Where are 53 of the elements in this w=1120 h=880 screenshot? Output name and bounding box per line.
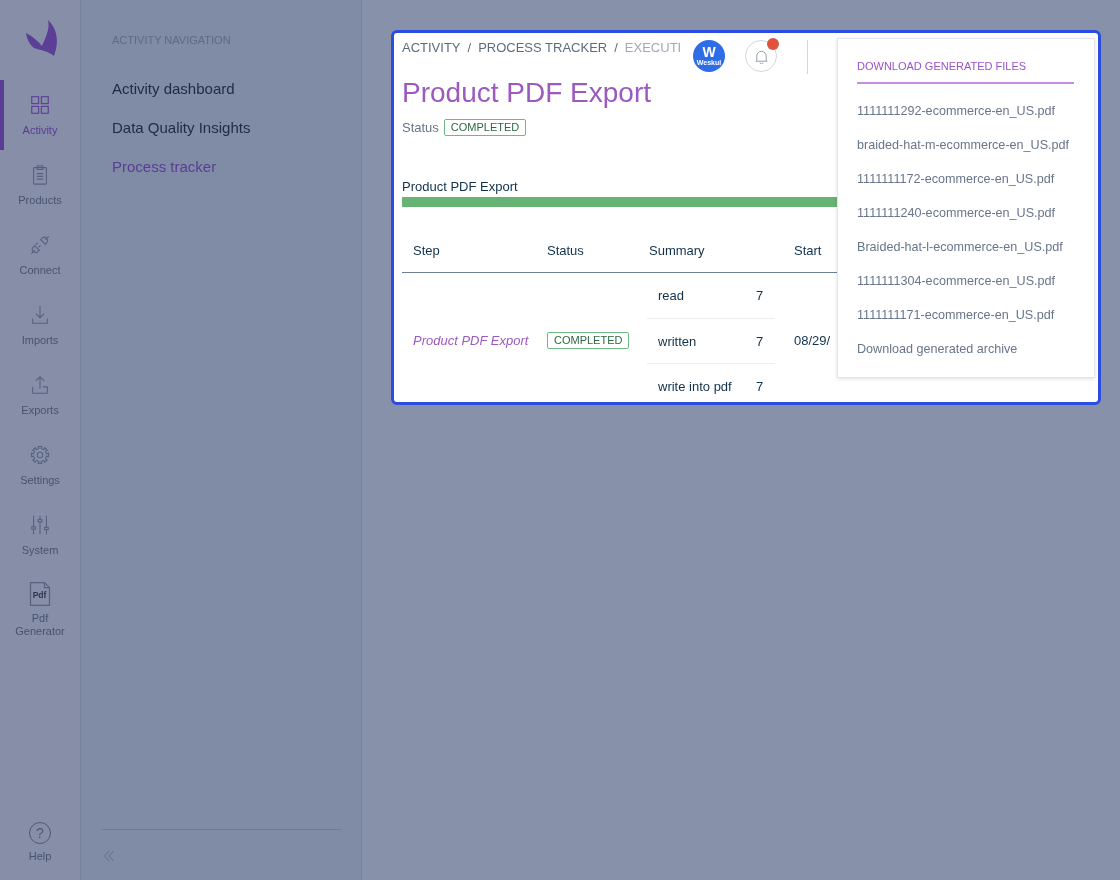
page-title: Product PDF Export <box>402 76 651 110</box>
sidebar-item[interactable]: Imports <box>0 290 80 360</box>
file-download-link[interactable]: 1111111304-ecommerce-en_US.pdf <box>857 264 1080 298</box>
summary-label: written <box>658 333 698 349</box>
step-link[interactable]: Product PDF Export <box>413 333 529 348</box>
column-header: Start <box>794 242 822 258</box>
breadcrumb-link[interactable]: EXECUTI <box>624 40 682 56</box>
sidebar-item[interactable]: Settings <box>0 430 80 500</box>
breadcrumb-separator: / <box>614 40 618 56</box>
status-badge: COMPLETED <box>443 118 527 136</box>
breadcrumb-link[interactable]: PROCESS TRACKER <box>478 40 608 56</box>
progress-label: Product PDF Export <box>402 179 518 194</box>
settings-icon <box>29 444 51 466</box>
sidebar-item[interactable]: Connect <box>0 220 80 290</box>
summary-value: 7 <box>756 333 764 349</box>
archive-download-link[interactable]: Download generated archive <box>857 332 1080 366</box>
breadcrumb-separator: / <box>467 40 472 56</box>
nav-link[interactable]: Data Quality Insights <box>112 118 341 157</box>
logo-icon[interactable] <box>25 20 59 56</box>
file-download-link[interactable]: 1111111240-ecommerce-en_US.pdf <box>857 196 1080 230</box>
status-badge: COMPLETED <box>547 332 630 349</box>
summary-value: 7 <box>756 288 764 303</box>
sidebar-item[interactable]: Pdf Pdf Generator <box>0 570 80 640</box>
file-download-link[interactable]: 1111111171-ecommerce-en_US.pdf <box>857 298 1080 332</box>
sliders-icon <box>29 514 51 536</box>
notifications-button[interactable] <box>745 40 777 72</box>
sidebar-item[interactable]: Products <box>0 150 80 220</box>
column-header: Summary <box>649 242 705 258</box>
column-header: Status <box>547 242 584 258</box>
table-cell: 08/29/ <box>794 333 831 348</box>
status-label: Status <box>402 119 439 135</box>
summary-label: read <box>658 288 686 303</box>
plug-icon <box>29 234 51 256</box>
nav-link[interactable]: Activity dashboard <box>112 79 341 118</box>
bell-icon <box>753 48 769 64</box>
file-download-link[interactable]: braided-hat-m-ecommerce-en_US.pdf <box>857 128 1080 162</box>
dropdown-heading: DOWNLOAD GENERATED FILES <box>857 58 1074 84</box>
download-icon <box>29 304 51 326</box>
nav-link[interactable]: Process tracker <box>112 157 341 196</box>
file-download-link[interactable]: Braided-hat-l-ecommerce-en_US.pdf <box>857 230 1080 264</box>
breadcrumb-link[interactable]: ACTIVITY <box>402 40 461 56</box>
column-header: Step <box>413 242 440 258</box>
summary-label: write into pdf <box>658 378 733 394</box>
file-download-link[interactable]: 1111111172-ecommerce-en_US.pdf <box>857 162 1080 196</box>
help-link[interactable]: ? Help <box>0 822 80 880</box>
sidebar-item[interactable]: Activity <box>0 80 80 150</box>
upload-icon <box>29 374 51 396</box>
sidebar-item[interactable]: System <box>0 500 80 570</box>
document-icon: Pdf <box>28 582 52 606</box>
summary-value: 7 <box>756 378 764 394</box>
file-download-link[interactable]: 1111111292-ecommerce-en_US.pdf <box>857 94 1080 128</box>
grid-icon <box>29 94 51 116</box>
sidebar-item[interactable]: Exports <box>0 360 80 430</box>
